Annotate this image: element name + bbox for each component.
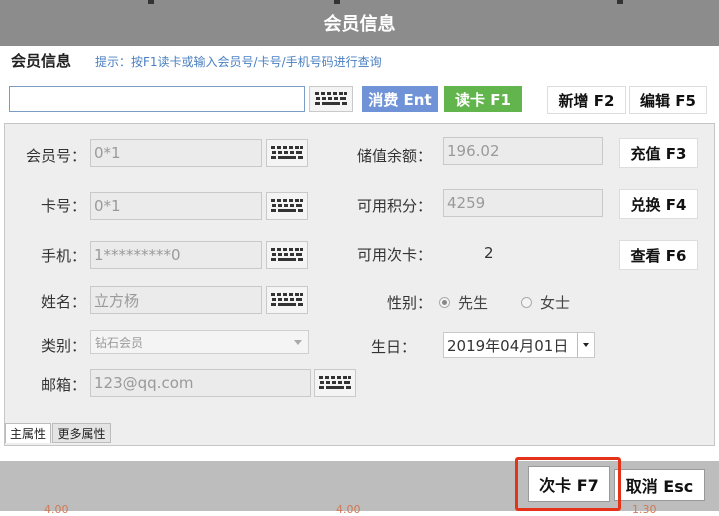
window-title: 会员信息	[323, 14, 396, 35]
birthday-date-picker[interactable]: 2019年04月01日	[443, 332, 595, 358]
consume-button[interactable]: 消费 Ent	[362, 86, 438, 112]
recharge-button[interactable]: 充值 F3	[619, 138, 698, 168]
keyboard-glyph	[271, 146, 303, 159]
caret-down-icon	[583, 343, 589, 347]
member-no-field[interactable]: 0*1	[90, 139, 262, 167]
points-field: 4259	[443, 189, 603, 217]
view-button[interactable]: 查看 F6	[619, 240, 698, 270]
cancel-button[interactable]: 取消 Esc	[614, 469, 705, 501]
calendar-dropdown-button[interactable]	[577, 333, 594, 357]
category-value: 钻石会员	[95, 335, 144, 350]
times-card-label: 可用次卡：	[356, 246, 432, 264]
gender-radio-female[interactable]: 女士	[521, 292, 570, 313]
name-label: 姓名：	[40, 293, 86, 311]
keyboard-glyph	[271, 199, 303, 212]
birthday-label: 生日：	[370, 338, 416, 356]
read-card-button[interactable]: 读卡 F1	[444, 86, 522, 112]
title-bar-notch	[148, 0, 154, 4]
keyboard-icon[interactable]	[266, 241, 308, 269]
card-no-field[interactable]: 0*1	[90, 192, 262, 220]
radio-selected-icon	[439, 297, 450, 308]
balance-label: 储值余额：	[356, 147, 432, 165]
window-title-bar: 会员信息	[0, 0, 719, 46]
balance-field: 196.02	[443, 137, 603, 165]
underlay-value: 4.00	[44, 503, 69, 516]
category-select[interactable]: 钻石会员	[90, 330, 309, 354]
birthday-value: 2019年04月01日	[447, 336, 569, 355]
section-heading: 会员信息	[11, 52, 72, 70]
underlay-value: 1.30	[632, 503, 657, 516]
title-bar-notch	[334, 0, 340, 4]
member-form-panel	[4, 123, 715, 446]
keyboard-glyph	[271, 293, 303, 306]
points-label: 可用积分：	[356, 197, 432, 215]
keyboard-icon[interactable]	[266, 192, 308, 220]
keyboard-icon[interactable]	[266, 139, 308, 167]
card-no-label: 卡号：	[40, 197, 86, 215]
gender-option-female: 女士	[540, 294, 571, 312]
keyboard-icon[interactable]	[309, 86, 353, 112]
phone-field[interactable]: 1*********0	[90, 241, 262, 269]
gender-option-male: 先生	[458, 294, 489, 312]
exchange-button[interactable]: 兑换 F4	[619, 189, 698, 219]
tab-more-attributes[interactable]: 更多属性	[52, 423, 111, 443]
gender-label: 性别：	[386, 294, 432, 312]
title-bar-notch	[617, 0, 623, 4]
chevron-down-icon	[294, 340, 302, 345]
tab-main-attributes[interactable]: 主属性	[5, 423, 51, 443]
times-card-value: 2	[484, 244, 494, 262]
keyboard-glyph	[271, 248, 303, 261]
search-input[interactable]	[9, 86, 305, 112]
keyboard-icon[interactable]	[314, 369, 356, 397]
edit-button[interactable]: 编辑 F5	[629, 86, 707, 114]
keyboard-glyph	[319, 376, 351, 389]
name-field[interactable]: 立方杨	[90, 286, 262, 314]
keyboard-icon[interactable]	[266, 286, 308, 314]
add-button[interactable]: 新增 F2	[547, 86, 626, 114]
hint-text: 提示：按F1读卡或输入会员号/卡号/手机号码进行查询	[95, 55, 382, 69]
keyboard-glyph	[315, 92, 347, 105]
gender-radio-male[interactable]: 先生	[439, 292, 488, 313]
radio-unselected-icon	[521, 297, 532, 308]
times-card-button[interactable]: 次卡 F7	[528, 466, 610, 502]
underlay-value: 4.00	[336, 503, 361, 516]
member-no-label: 会员号：	[25, 147, 86, 165]
email-field[interactable]: 123@qq.com	[90, 369, 311, 397]
category-label: 类别：	[40, 337, 86, 355]
email-label: 邮箱：	[40, 376, 86, 394]
phone-label: 手机：	[40, 247, 86, 265]
